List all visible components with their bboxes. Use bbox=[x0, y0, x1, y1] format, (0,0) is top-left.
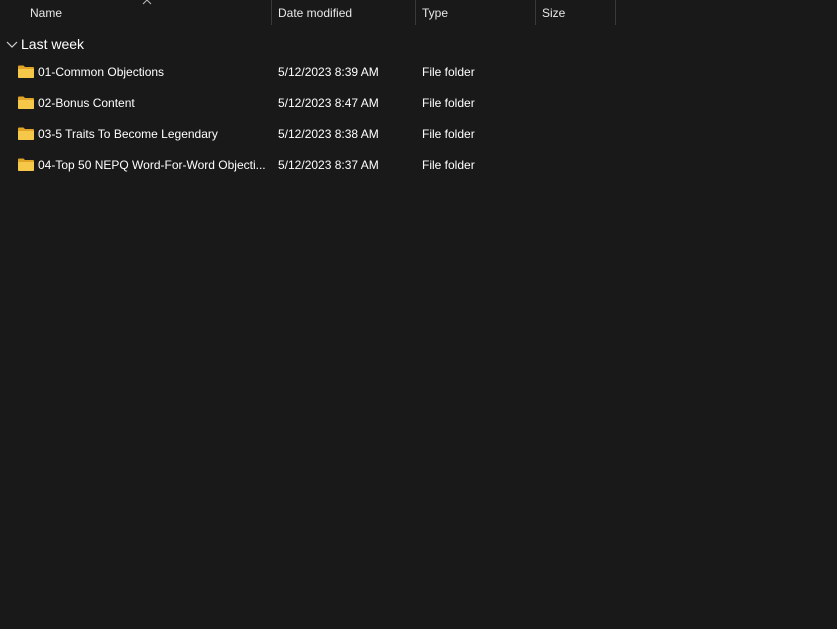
item-name: 04-Top 50 NEPQ Word-For-Word Objecti... bbox=[38, 158, 266, 172]
item-name: 02-Bonus Content bbox=[38, 96, 135, 110]
item-date-modified: 5/12/2023 8:38 AM bbox=[278, 127, 379, 141]
item-size bbox=[542, 88, 614, 119]
folder-icon bbox=[18, 158, 34, 171]
list-item[interactable]: 02-Bonus Content 5/12/2023 8:47 AM File … bbox=[0, 88, 837, 119]
list-item[interactable]: 01-Common Objections 5/12/2023 8:39 AM F… bbox=[0, 57, 837, 88]
column-header-type[interactable]: Type bbox=[416, 0, 534, 25]
item-type: File folder bbox=[422, 96, 475, 110]
item-size bbox=[542, 150, 614, 181]
folder-icon bbox=[18, 65, 34, 78]
item-date-modified: 5/12/2023 8:39 AM bbox=[278, 65, 379, 79]
item-date-modified: 5/12/2023 8:37 AM bbox=[278, 158, 379, 172]
group-label: Last week bbox=[21, 36, 85, 52]
item-type: File folder bbox=[422, 158, 475, 172]
group-header-last-week[interactable]: Last week bbox=[6, 33, 84, 55]
item-name: 01-Common Objections bbox=[38, 65, 165, 79]
chevron-down-icon[interactable] bbox=[6, 38, 18, 50]
column-header-name[interactable]: Name bbox=[24, 0, 270, 25]
column-separator[interactable] bbox=[615, 0, 616, 25]
item-type: File folder bbox=[422, 65, 475, 79]
item-date-modified: 5/12/2023 8:47 AM bbox=[278, 96, 379, 110]
item-name: 03-5 Traits To Become Legendary bbox=[38, 127, 218, 141]
column-header-date-modified[interactable]: Date modified bbox=[272, 0, 414, 25]
column-header-bar: Name Date modified Type Size bbox=[0, 0, 837, 25]
item-size bbox=[542, 119, 614, 150]
column-header-size[interactable]: Size bbox=[536, 0, 614, 25]
list-item[interactable]: 03-5 Traits To Become Legendary 5/12/202… bbox=[0, 119, 837, 150]
folder-icon bbox=[18, 96, 34, 109]
item-type: File folder bbox=[422, 127, 475, 141]
item-size bbox=[542, 57, 614, 88]
list-item[interactable]: 04-Top 50 NEPQ Word-For-Word Objecti... … bbox=[0, 150, 837, 181]
folder-icon bbox=[18, 127, 34, 140]
